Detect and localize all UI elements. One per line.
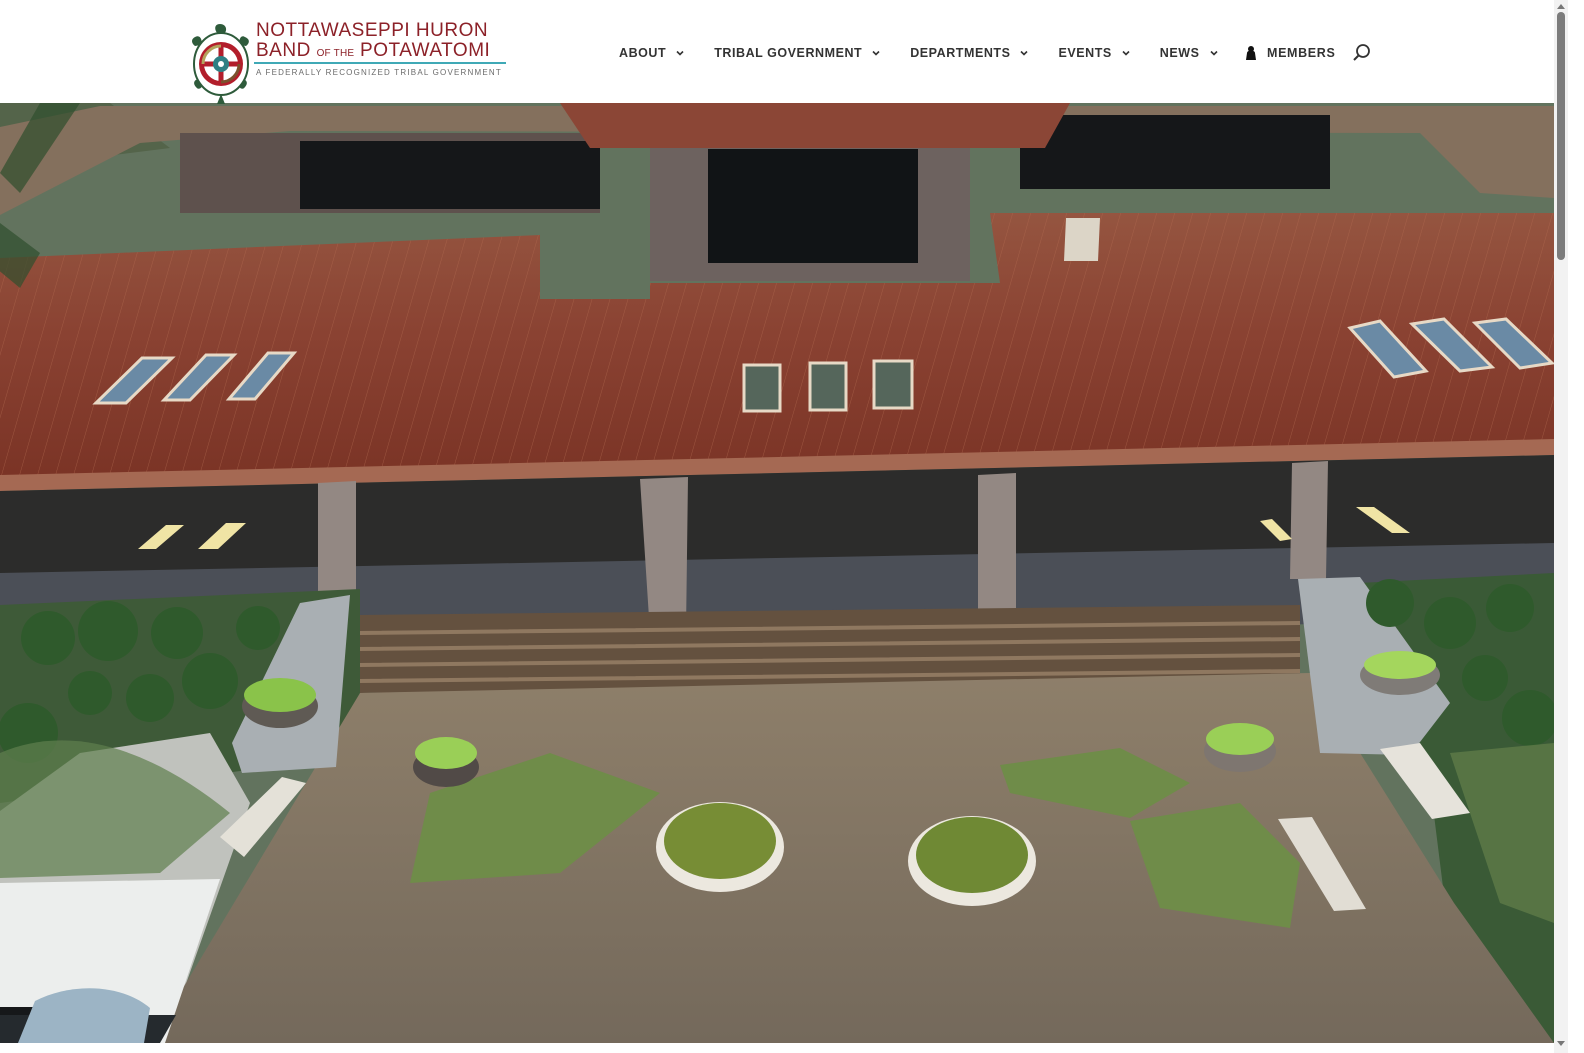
org-name-band: BAND xyxy=(256,40,311,61)
logo-divider xyxy=(254,62,506,64)
org-tagline: A FEDERALLY RECOGNIZED TRIBAL GOVERNMENT xyxy=(256,68,502,77)
turtle-emblem-icon xyxy=(192,24,249,104)
nav-label-tribal-government: TRIBAL GOVERNMENT xyxy=(714,46,863,60)
members-label: MEMBERS xyxy=(1267,46,1336,60)
nav-item-events[interactable]: EVENTS xyxy=(1058,46,1130,60)
scrollbar-thumb[interactable] xyxy=(1557,12,1565,260)
chevron-down-icon xyxy=(872,50,880,56)
person-icon xyxy=(1246,46,1256,60)
chevron-down-icon xyxy=(1020,50,1029,56)
site-logo-link[interactable]: NOTTAWASEPPI HURON BAND OF THE POTAWATOM… xyxy=(190,16,520,104)
hero-image xyxy=(0,103,1554,1043)
nav-item-tribal-government[interactable]: TRIBAL GOVERNMENT xyxy=(714,46,881,60)
chevron-down-icon xyxy=(676,50,684,56)
org-name-potawatomi: POTAWATOMI xyxy=(360,40,491,61)
nav-item-news[interactable]: NEWS xyxy=(1160,46,1219,60)
primary-navigation: ABOUT TRIBAL GOVERNMENT DEPARTMENTS EVEN… xyxy=(619,40,1248,66)
org-name-of-the: OF THE xyxy=(316,48,355,59)
nav-item-about[interactable]: ABOUT xyxy=(619,46,685,60)
scroll-up-arrow-icon[interactable] xyxy=(1556,2,1566,11)
search-icon xyxy=(1353,44,1370,61)
hero-building-photo xyxy=(0,103,1554,1043)
site-header: NOTTAWASEPPI HURON BAND OF THE POTAWATOM… xyxy=(0,0,1568,104)
nav-item-departments[interactable]: DEPARTMENTS xyxy=(910,46,1029,60)
nav-label-news: NEWS xyxy=(1159,46,1200,60)
search-button[interactable] xyxy=(1350,42,1374,66)
vertical-scrollbar[interactable] xyxy=(1554,0,1568,1053)
nav-label-departments: DEPARTMENTS xyxy=(910,46,1011,60)
nav-label-about: ABOUT xyxy=(619,46,667,60)
scroll-down-arrow-icon[interactable] xyxy=(1556,1039,1566,1048)
chevron-down-icon xyxy=(1122,50,1130,56)
page: NOTTAWASEPPI HURON BAND OF THE POTAWATOM… xyxy=(0,0,1584,1053)
members-link[interactable]: MEMBERS xyxy=(1243,40,1335,66)
nav-label-events: EVENTS xyxy=(1058,46,1112,60)
org-name-line-1: NOTTAWASEPPI HURON xyxy=(256,20,489,41)
chevron-down-icon xyxy=(1209,50,1218,56)
org-name-line-2: BAND OF THE POTAWATOMI xyxy=(256,41,490,60)
